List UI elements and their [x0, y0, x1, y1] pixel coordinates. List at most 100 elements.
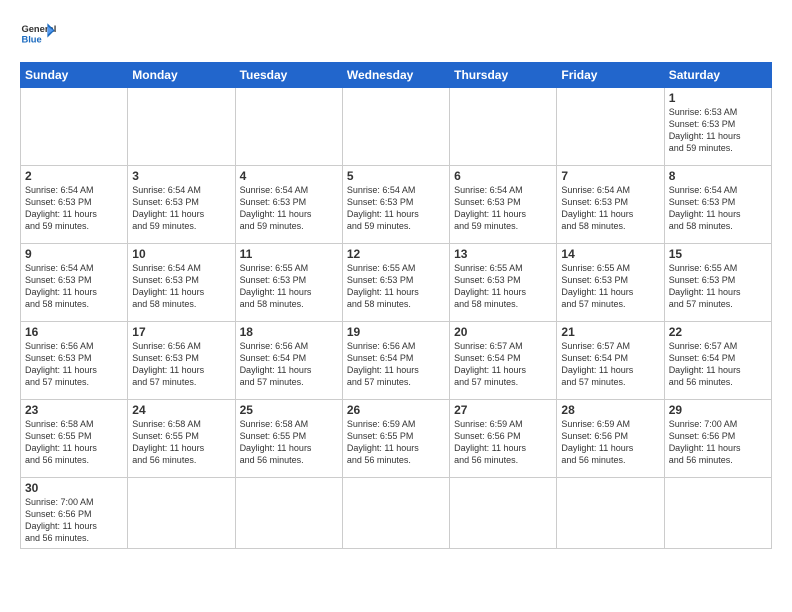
calendar-cell: 2Sunrise: 6:54 AM Sunset: 6:53 PM Daylig…	[21, 166, 128, 244]
header: General Blue	[20, 16, 772, 52]
cell-info: Sunrise: 6:54 AM Sunset: 6:53 PM Dayligh…	[347, 184, 445, 233]
weekday-header-sunday: Sunday	[21, 63, 128, 88]
cell-info: Sunrise: 6:55 AM Sunset: 6:53 PM Dayligh…	[669, 262, 767, 311]
calendar-cell: 28Sunrise: 6:59 AM Sunset: 6:56 PM Dayli…	[557, 400, 664, 478]
day-number: 9	[25, 247, 123, 261]
day-number: 8	[669, 169, 767, 183]
cell-info: Sunrise: 6:56 AM Sunset: 6:54 PM Dayligh…	[347, 340, 445, 389]
day-number: 6	[454, 169, 552, 183]
cell-info: Sunrise: 6:58 AM Sunset: 6:55 PM Dayligh…	[25, 418, 123, 467]
calendar-week-row: 1Sunrise: 6:53 AM Sunset: 6:53 PM Daylig…	[21, 88, 772, 166]
weekday-header-thursday: Thursday	[450, 63, 557, 88]
cell-info: Sunrise: 6:54 AM Sunset: 6:53 PM Dayligh…	[25, 262, 123, 311]
calendar-body: 1Sunrise: 6:53 AM Sunset: 6:53 PM Daylig…	[21, 88, 772, 549]
calendar-cell	[128, 478, 235, 549]
calendar-cell	[557, 478, 664, 549]
calendar-cell: 15Sunrise: 6:55 AM Sunset: 6:53 PM Dayli…	[664, 244, 771, 322]
calendar-cell: 9Sunrise: 6:54 AM Sunset: 6:53 PM Daylig…	[21, 244, 128, 322]
cell-info: Sunrise: 6:56 AM Sunset: 6:53 PM Dayligh…	[25, 340, 123, 389]
cell-info: Sunrise: 6:56 AM Sunset: 6:54 PM Dayligh…	[240, 340, 338, 389]
calendar-cell: 13Sunrise: 6:55 AM Sunset: 6:53 PM Dayli…	[450, 244, 557, 322]
cell-info: Sunrise: 6:54 AM Sunset: 6:53 PM Dayligh…	[669, 184, 767, 233]
cell-info: Sunrise: 6:55 AM Sunset: 6:53 PM Dayligh…	[240, 262, 338, 311]
calendar-cell: 27Sunrise: 6:59 AM Sunset: 6:56 PM Dayli…	[450, 400, 557, 478]
cell-info: Sunrise: 6:53 AM Sunset: 6:53 PM Dayligh…	[669, 106, 767, 155]
cell-info: Sunrise: 6:54 AM Sunset: 6:53 PM Dayligh…	[561, 184, 659, 233]
calendar-cell: 7Sunrise: 6:54 AM Sunset: 6:53 PM Daylig…	[557, 166, 664, 244]
cell-info: Sunrise: 6:59 AM Sunset: 6:56 PM Dayligh…	[561, 418, 659, 467]
cell-info: Sunrise: 6:59 AM Sunset: 6:55 PM Dayligh…	[347, 418, 445, 467]
day-number: 26	[347, 403, 445, 417]
day-number: 22	[669, 325, 767, 339]
day-number: 28	[561, 403, 659, 417]
calendar-week-row: 23Sunrise: 6:58 AM Sunset: 6:55 PM Dayli…	[21, 400, 772, 478]
day-number: 19	[347, 325, 445, 339]
cell-info: Sunrise: 6:54 AM Sunset: 6:53 PM Dayligh…	[240, 184, 338, 233]
cell-info: Sunrise: 6:54 AM Sunset: 6:53 PM Dayligh…	[25, 184, 123, 233]
calendar-cell: 20Sunrise: 6:57 AM Sunset: 6:54 PM Dayli…	[450, 322, 557, 400]
day-number: 7	[561, 169, 659, 183]
calendar-cell: 22Sunrise: 6:57 AM Sunset: 6:54 PM Dayli…	[664, 322, 771, 400]
cell-info: Sunrise: 6:57 AM Sunset: 6:54 PM Dayligh…	[561, 340, 659, 389]
calendar-cell: 4Sunrise: 6:54 AM Sunset: 6:53 PM Daylig…	[235, 166, 342, 244]
calendar-cell	[128, 88, 235, 166]
cell-info: Sunrise: 6:57 AM Sunset: 6:54 PM Dayligh…	[454, 340, 552, 389]
calendar-cell: 6Sunrise: 6:54 AM Sunset: 6:53 PM Daylig…	[450, 166, 557, 244]
cell-info: Sunrise: 6:56 AM Sunset: 6:53 PM Dayligh…	[132, 340, 230, 389]
day-number: 18	[240, 325, 338, 339]
calendar-week-row: 16Sunrise: 6:56 AM Sunset: 6:53 PM Dayli…	[21, 322, 772, 400]
day-number: 23	[25, 403, 123, 417]
calendar-cell: 29Sunrise: 7:00 AM Sunset: 6:56 PM Dayli…	[664, 400, 771, 478]
calendar-cell: 1Sunrise: 6:53 AM Sunset: 6:53 PM Daylig…	[664, 88, 771, 166]
cell-info: Sunrise: 6:54 AM Sunset: 6:53 PM Dayligh…	[454, 184, 552, 233]
cell-info: Sunrise: 6:55 AM Sunset: 6:53 PM Dayligh…	[454, 262, 552, 311]
cell-info: Sunrise: 6:57 AM Sunset: 6:54 PM Dayligh…	[669, 340, 767, 389]
calendar-cell: 10Sunrise: 6:54 AM Sunset: 6:53 PM Dayli…	[128, 244, 235, 322]
calendar-cell: 19Sunrise: 6:56 AM Sunset: 6:54 PM Dayli…	[342, 322, 449, 400]
weekday-header-row: SundayMondayTuesdayWednesdayThursdayFrid…	[21, 63, 772, 88]
day-number: 16	[25, 325, 123, 339]
logo: General Blue	[20, 16, 56, 52]
cell-info: Sunrise: 7:00 AM Sunset: 6:56 PM Dayligh…	[669, 418, 767, 467]
day-number: 2	[25, 169, 123, 183]
calendar-cell: 23Sunrise: 6:58 AM Sunset: 6:55 PM Dayli…	[21, 400, 128, 478]
calendar-cell: 21Sunrise: 6:57 AM Sunset: 6:54 PM Dayli…	[557, 322, 664, 400]
calendar-cell	[342, 88, 449, 166]
calendar-cell: 30Sunrise: 7:00 AM Sunset: 6:56 PM Dayli…	[21, 478, 128, 549]
day-number: 4	[240, 169, 338, 183]
weekday-header-friday: Friday	[557, 63, 664, 88]
calendar-cell: 5Sunrise: 6:54 AM Sunset: 6:53 PM Daylig…	[342, 166, 449, 244]
cell-info: Sunrise: 6:55 AM Sunset: 6:53 PM Dayligh…	[347, 262, 445, 311]
calendar-cell	[235, 88, 342, 166]
calendar-cell: 26Sunrise: 6:59 AM Sunset: 6:55 PM Dayli…	[342, 400, 449, 478]
cell-info: Sunrise: 6:54 AM Sunset: 6:53 PM Dayligh…	[132, 184, 230, 233]
calendar-cell: 18Sunrise: 6:56 AM Sunset: 6:54 PM Dayli…	[235, 322, 342, 400]
calendar-cell: 25Sunrise: 6:58 AM Sunset: 6:55 PM Dayli…	[235, 400, 342, 478]
calendar-cell: 8Sunrise: 6:54 AM Sunset: 6:53 PM Daylig…	[664, 166, 771, 244]
calendar-cell: 3Sunrise: 6:54 AM Sunset: 6:53 PM Daylig…	[128, 166, 235, 244]
calendar-cell: 11Sunrise: 6:55 AM Sunset: 6:53 PM Dayli…	[235, 244, 342, 322]
cell-info: Sunrise: 6:58 AM Sunset: 6:55 PM Dayligh…	[240, 418, 338, 467]
day-number: 13	[454, 247, 552, 261]
cell-info: Sunrise: 6:59 AM Sunset: 6:56 PM Dayligh…	[454, 418, 552, 467]
day-number: 10	[132, 247, 230, 261]
day-number: 24	[132, 403, 230, 417]
day-number: 3	[132, 169, 230, 183]
cell-info: Sunrise: 6:55 AM Sunset: 6:53 PM Dayligh…	[561, 262, 659, 311]
calendar: SundayMondayTuesdayWednesdayThursdayFrid…	[20, 62, 772, 549]
day-number: 14	[561, 247, 659, 261]
day-number: 20	[454, 325, 552, 339]
calendar-cell	[21, 88, 128, 166]
cell-info: Sunrise: 6:54 AM Sunset: 6:53 PM Dayligh…	[132, 262, 230, 311]
calendar-cell: 17Sunrise: 6:56 AM Sunset: 6:53 PM Dayli…	[128, 322, 235, 400]
calendar-cell	[557, 88, 664, 166]
day-number: 25	[240, 403, 338, 417]
day-number: 1	[669, 91, 767, 105]
calendar-week-row: 9Sunrise: 6:54 AM Sunset: 6:53 PM Daylig…	[21, 244, 772, 322]
day-number: 12	[347, 247, 445, 261]
weekday-header-monday: Monday	[128, 63, 235, 88]
weekday-header-tuesday: Tuesday	[235, 63, 342, 88]
weekday-header-saturday: Saturday	[664, 63, 771, 88]
page: General Blue SundayMondayTuesdayWednesda…	[0, 0, 792, 559]
calendar-cell: 12Sunrise: 6:55 AM Sunset: 6:53 PM Dayli…	[342, 244, 449, 322]
